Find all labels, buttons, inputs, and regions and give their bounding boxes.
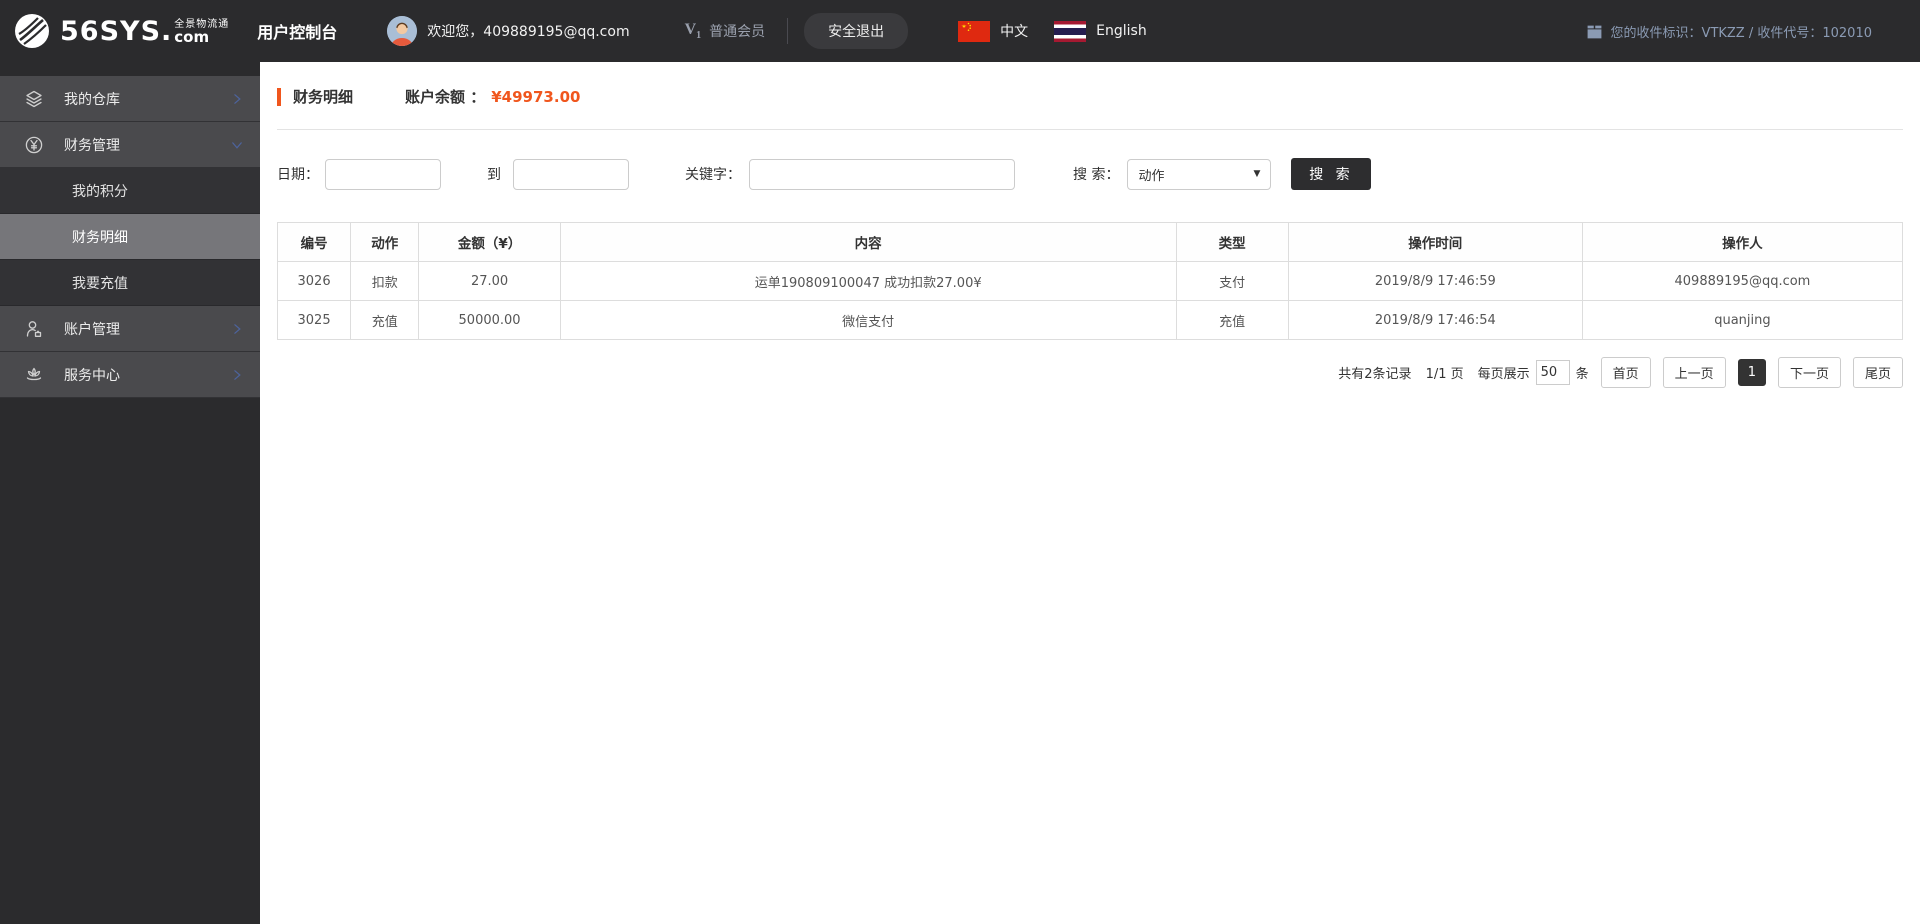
total-records-text: 共有2条记录 bbox=[1338, 367, 1412, 382]
date-to-input[interactable] bbox=[513, 158, 629, 190]
per-page-input[interactable] bbox=[1535, 360, 1570, 385]
page-title: 财务明细 bbox=[293, 88, 354, 106]
cell-id: 3025 bbox=[276, 300, 352, 340]
console-title: 用户控制台 bbox=[257, 23, 338, 42]
top-header: 56SYS. 全景物流通 com 用户控制台 欢迎您，409889195@qq.… bbox=[0, 0, 1920, 62]
sidebar-subitem-finance-detail[interactable]: 财务明细 bbox=[0, 214, 260, 260]
per-page-unit: 条 bbox=[1575, 367, 1589, 382]
sidebar-item-label: 服务中心 bbox=[64, 367, 120, 384]
cell-action: 充值 bbox=[350, 300, 420, 340]
china-flag-icon[interactable] bbox=[958, 20, 991, 42]
cell-type: 充值 bbox=[1175, 300, 1289, 340]
search-button[interactable]: 搜 索 bbox=[1291, 158, 1372, 190]
sidebar-item-label: 账户管理 bbox=[64, 321, 120, 338]
receiver-info-text: 您的收件标识：VTKZZ / 收件代号：102010 bbox=[1610, 25, 1872, 41]
account-icon bbox=[26, 320, 42, 337]
header-divider bbox=[787, 18, 789, 44]
user-avatar[interactable] bbox=[387, 16, 418, 46]
cell-amount: 50000.00 bbox=[418, 300, 561, 340]
warehouse-icon bbox=[26, 90, 42, 107]
table-header-row: 编号 动作 金额（¥） 内容 类型 操作时间 操作人 bbox=[276, 222, 1904, 262]
page-indicator-text: 1/1 页 bbox=[1425, 367, 1464, 382]
col-header-action: 动作 bbox=[350, 222, 420, 262]
sidebar-item-label: 我要充值 bbox=[72, 275, 128, 292]
keyword-label: 关键字： bbox=[685, 167, 741, 183]
cell-id: 3026 bbox=[276, 261, 352, 301]
pagination: 共有2条记录 1/1 页 每页展示 条 首页 上一页 1 下一页 尾页 bbox=[277, 357, 1903, 388]
welcome-text: 欢迎您，409889195@qq.com bbox=[427, 24, 630, 40]
date-label: 日期： bbox=[277, 167, 319, 183]
chevron-down-icon bbox=[232, 141, 242, 149]
sidebar-item-account[interactable]: 账户管理 bbox=[0, 306, 260, 352]
cell-content: 微信支付 bbox=[559, 300, 1177, 340]
lang-english[interactable]: English bbox=[1096, 23, 1147, 39]
search-form: 日期： 到 关键字： 搜 索： 动作 ▼ 搜 索 bbox=[277, 158, 1903, 190]
logout-button[interactable]: 安全退出 bbox=[804, 13, 909, 49]
table-row: 3025 充值 50000.00 微信支付 充值 2019/8/9 17:46:… bbox=[276, 300, 1904, 340]
cell-time: 2019/8/9 17:46:59 bbox=[1287, 261, 1583, 301]
brand-name: 56SYS. bbox=[60, 15, 173, 47]
prev-page-button[interactable]: 上一页 bbox=[1662, 357, 1726, 388]
title-accent-bar bbox=[277, 87, 281, 106]
sidebar-item-finance[interactable]: 财务管理 bbox=[0, 122, 260, 168]
cell-operator: quanjing bbox=[1581, 300, 1904, 340]
action-select[interactable]: 动作 ▼ bbox=[1127, 158, 1272, 190]
col-header-amount: 金额（¥） bbox=[418, 222, 561, 262]
sidebar-item-service[interactable]: 服务中心 bbox=[0, 352, 260, 398]
balance-label: 账户余额 ： bbox=[405, 88, 486, 106]
member-level-label: 普通会员 bbox=[709, 24, 766, 40]
cell-content: 运单190809100047 成功扣款27.00¥ bbox=[559, 261, 1177, 301]
col-header-time: 操作时间 bbox=[1287, 222, 1583, 262]
current-page-button[interactable]: 1 bbox=[1737, 359, 1766, 386]
finance-table: 编号 动作 金额（¥） 内容 类型 操作时间 操作人 3026 扣款 27.00… bbox=[276, 222, 1904, 340]
table-row: 3026 扣款 27.00 运单190809100047 成功扣款27.00¥ … bbox=[276, 261, 1904, 301]
sidebar-item-label: 财务管理 bbox=[64, 137, 120, 154]
cell-operator: 409889195@qq.com bbox=[1581, 261, 1904, 301]
search-by-label: 搜 索： bbox=[1073, 167, 1120, 183]
thailand-flag-icon[interactable] bbox=[1054, 20, 1087, 42]
sidebar: 我的仓库 财务管理 我的积分 财务明细 我要充值 账户管理 服务中心 bbox=[0, 62, 260, 924]
main-content: 财务明细 账户余额 ： ¥49973.00 日期： 到 关键字： 搜 索： 动作… bbox=[260, 62, 1920, 924]
chevron-right-icon bbox=[234, 369, 241, 380]
sidebar-item-warehouse[interactable]: 我的仓库 bbox=[0, 76, 260, 122]
cell-action: 扣款 bbox=[350, 261, 420, 301]
col-header-id: 编号 bbox=[276, 222, 352, 262]
service-icon bbox=[26, 367, 42, 380]
member-badge-icon: V1 bbox=[684, 20, 702, 42]
chevron-right-icon bbox=[234, 323, 241, 334]
finance-icon bbox=[25, 136, 43, 153]
per-page-label: 每页展示 bbox=[1477, 367, 1530, 382]
brand-logo-icon bbox=[15, 14, 49, 48]
sidebar-subitem-recharge[interactable]: 我要充值 bbox=[0, 260, 260, 306]
cell-amount: 27.00 bbox=[418, 261, 561, 301]
avatar-face-icon bbox=[387, 16, 418, 46]
select-caret-icon: ▼ bbox=[1253, 169, 1261, 179]
chevron-right-icon bbox=[234, 93, 241, 104]
lang-chinese[interactable]: 中文 bbox=[1000, 21, 1028, 41]
sidebar-item-label: 财务明细 bbox=[72, 229, 128, 246]
date-to-label: 到 bbox=[487, 167, 501, 183]
title-separator bbox=[277, 129, 1903, 130]
cell-type: 支付 bbox=[1175, 261, 1289, 301]
sidebar-item-label: 我的积分 bbox=[72, 183, 128, 200]
brand-wordmark: 56SYS. 全景物流通 com bbox=[60, 16, 229, 47]
sidebar-item-label: 我的仓库 bbox=[64, 91, 120, 108]
cell-time: 2019/8/9 17:46:54 bbox=[1287, 300, 1583, 340]
keyword-input[interactable] bbox=[749, 158, 1015, 190]
col-header-operator: 操作人 bbox=[1581, 222, 1904, 262]
package-icon bbox=[1587, 25, 1601, 38]
balance-value: ¥49973.00 bbox=[491, 87, 581, 106]
next-page-button[interactable]: 下一页 bbox=[1777, 357, 1841, 388]
last-page-button[interactable]: 尾页 bbox=[1852, 357, 1903, 388]
sidebar-subitem-points[interactable]: 我的积分 bbox=[0, 168, 260, 214]
receiver-info: 您的收件标识：VTKZZ / 收件代号：102010 bbox=[1586, 22, 1872, 41]
brand-suffix: com bbox=[174, 27, 210, 46]
col-header-type: 类型 bbox=[1175, 222, 1289, 262]
action-select-value: 动作 bbox=[1138, 168, 1165, 184]
date-from-input[interactable] bbox=[325, 158, 441, 190]
first-page-button[interactable]: 首页 bbox=[1600, 357, 1651, 388]
col-header-content: 内容 bbox=[559, 222, 1177, 262]
